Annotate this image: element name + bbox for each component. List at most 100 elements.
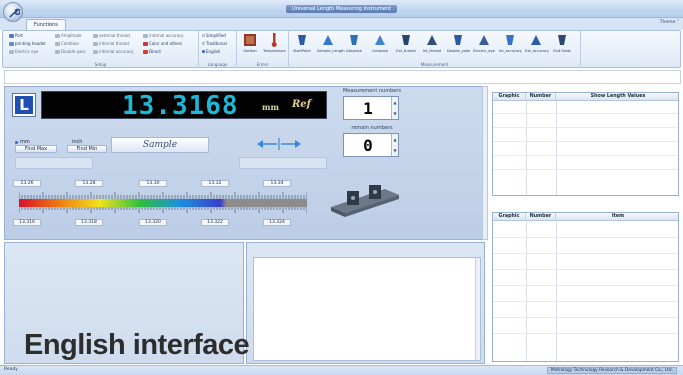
double-yoke-icon — [454, 35, 462, 45]
window-title: Universal Length Measuring Instrument — [286, 5, 397, 13]
main-panel-scrollbar[interactable] — [482, 86, 488, 240]
setup-amplitude[interactable]: Amplitude — [55, 33, 82, 38]
grid-divider — [526, 101, 527, 195]
report-area[interactable] — [253, 257, 481, 361]
lang-english[interactable]: English — [202, 49, 220, 54]
ribbon: Port printing header Electric eye Amplit… — [2, 30, 681, 68]
radio-selected-icon — [202, 50, 205, 53]
ruler-bottom-label: 13.324 — [263, 219, 291, 226]
int-thread-icon — [427, 35, 437, 45]
length-values-table: Graphic Number Show Length Values — [492, 92, 679, 196]
grid-row-line — [493, 317, 678, 318]
setup-external-thread[interactable]: external thread — [93, 33, 130, 38]
setup-color-and-others[interactable]: Color and others — [143, 41, 182, 46]
ruler-bottom-label: 13.320 — [139, 219, 167, 226]
report-scrollbar[interactable] — [475, 258, 480, 360]
absolute-button[interactable]: Absolute — [343, 32, 365, 60]
eye-icon — [9, 49, 14, 54]
wrench-icon — [9, 8, 20, 18]
color-palette-icon — [143, 41, 148, 46]
grid-row-line — [493, 253, 678, 254]
ruler-top-label: 13.30 — [139, 180, 167, 187]
absolute-icon — [350, 35, 358, 45]
setup-internal-thread[interactable]: internal thread — [93, 41, 129, 46]
setup-internal-accuracy-b[interactable]: internal accuracy — [143, 33, 184, 38]
items-table: Graphic Number Item — [492, 212, 679, 362]
section-button[interactable]: Section — [239, 32, 261, 60]
spin-up-icon[interactable]: ▲ — [392, 97, 398, 108]
grid-row-line — [493, 237, 678, 238]
tab-functions[interactable]: Functions — [26, 19, 66, 30]
measurement-numbers-label: Measurement numbers — [342, 88, 402, 94]
int-accuracy-button[interactable]: Int_accuracy — [499, 32, 522, 60]
measurement-numbers-spinner[interactable]: 1 ▲ ▼ — [343, 96, 399, 120]
direct-icon — [143, 49, 148, 54]
measurement-numbers-group: Measurement numbers 1 ▲ ▼ — [335, 88, 407, 124]
application-menu-button[interactable] — [3, 2, 23, 22]
lang-traditional[interactable]: Traditional — [202, 41, 227, 46]
sample-button[interactable]: Sample — [111, 137, 209, 153]
startpoint-button[interactable]: StartPoint — [291, 32, 313, 60]
col-number[interactable]: Number — [526, 93, 556, 101]
grid-row-line — [493, 155, 678, 156]
col-graphic[interactable]: Graphic — [493, 93, 526, 101]
compare-button[interactable]: Compare — [369, 32, 391, 60]
status-ready: Ready — [4, 367, 18, 372]
col-show-length-values[interactable]: Show Length Values — [556, 93, 680, 101]
remain-numbers-group: remain numbers 0 ▲ ▼ — [335, 125, 407, 161]
sample-length-button[interactable]: Sample_Length — [317, 32, 345, 60]
setup-internal-accuracy-a[interactable]: internal accuracy — [93, 49, 134, 54]
setup-direct[interactable]: Direct — [143, 49, 161, 54]
setup-printing-header[interactable]: printing header — [9, 41, 46, 46]
grid-divider — [556, 101, 557, 195]
temperature-button[interactable]: Temperature — [263, 32, 286, 60]
theme-dropdown[interactable]: Theme ˅ — [660, 20, 679, 25]
spin-down-icon[interactable]: ▼ — [392, 145, 398, 156]
double-yoke-button[interactable]: Double_yoke — [447, 32, 470, 60]
group-caption-measurement: Measurement — [420, 62, 449, 67]
electric-eye-button[interactable]: Electric_eye — [473, 32, 495, 60]
setup-port[interactable]: Port — [9, 33, 23, 38]
ruler-scale — [19, 192, 307, 213]
group-caption-errors: Errors — [256, 62, 269, 67]
port-icon — [9, 33, 14, 38]
col-item[interactable]: Item — [556, 213, 680, 221]
grid-divider — [556, 221, 557, 361]
col-number[interactable]: Number — [526, 213, 556, 221]
grid-divider — [526, 221, 527, 361]
grid-row-line — [493, 113, 678, 114]
remain-numbers-spinner[interactable]: 0 ▲ ▼ — [343, 133, 399, 157]
ext-accuracy-button[interactable]: Ext_accuracy — [525, 32, 549, 60]
accuracy-icon — [93, 49, 98, 54]
length-unit: mm — [262, 102, 279, 112]
electric-eye-icon — [479, 35, 489, 45]
setup-combine[interactable]: Combine — [55, 41, 79, 46]
col-graphic[interactable]: Graphic — [493, 213, 526, 221]
ruler-top-label: 13.32 — [201, 180, 229, 187]
find-max-button[interactable]: Find Max — [15, 145, 57, 153]
spinner-buttons[interactable]: ▲ ▼ — [391, 134, 398, 156]
exit-button[interactable]: Exit Folds — [551, 32, 573, 60]
spin-up-icon[interactable]: ▲ — [392, 134, 398, 145]
int-accuracy-icon — [506, 35, 514, 45]
spinner-buttons[interactable]: ▲ ▼ — [391, 97, 398, 119]
grid-row-line — [493, 127, 678, 128]
ribbon-group-language: Simplified Traditional English Language — [199, 31, 237, 68]
mode-indicator: L — [13, 94, 35, 116]
setup-double-pass[interactable]: Double pass — [55, 49, 86, 54]
status-bar: Ready Metrology Technology Research & De… — [0, 365, 683, 375]
grid-row-line — [493, 333, 678, 334]
lang-simplified[interactable]: Simplified — [202, 33, 226, 38]
spin-down-icon[interactable]: ▼ — [392, 108, 398, 119]
startpoint-icon — [298, 35, 306, 45]
ribbon-group-setup: Port printing header Electric eye Amplit… — [3, 31, 199, 68]
title-bar: Universal Length Measuring Instrument — [0, 0, 683, 18]
setup-electric-eye[interactable]: Electric eye — [9, 49, 38, 54]
ext-thread-button[interactable]: Ext_thread — [395, 32, 417, 60]
grid-row-line — [493, 301, 678, 302]
amplitude-icon — [55, 33, 60, 38]
ruler-bottom-label: 13.318 — [75, 219, 103, 226]
ruler-top-label: 13.34 — [263, 180, 291, 187]
find-min-button[interactable]: Find Min — [67, 145, 107, 153]
int-thread-button[interactable]: Int_thread — [421, 32, 443, 60]
